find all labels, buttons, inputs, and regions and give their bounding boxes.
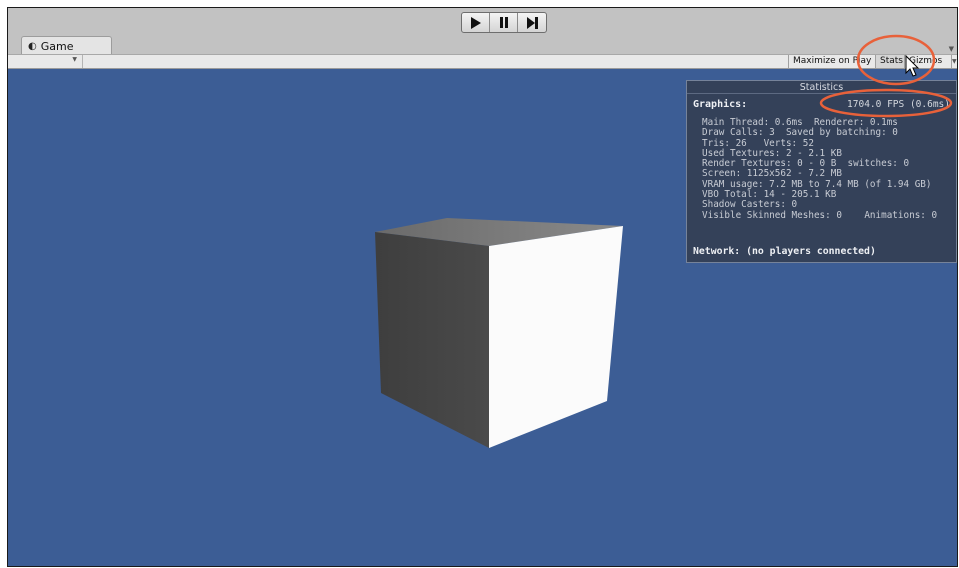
cube-right-face [489,226,623,448]
stats-line: Visible Skinned Meshes: 0 Animations: 0 [702,209,938,221]
gizmos-button[interactable]: Gizmos [904,55,946,68]
step-button[interactable] [518,13,546,32]
tab-menu-arrow-icon[interactable]: ▼ [949,45,954,53]
pause-icon [499,17,508,28]
play-icon [470,16,481,29]
maximize-on-play-toggle[interactable]: Maximize on Play [788,55,875,68]
aspect-dropdown[interactable]: ▼ [8,55,83,68]
stats-title: Statistics [687,81,956,94]
tab-game-label: Game [40,39,74,53]
cube-left-face [375,232,489,448]
pause-button[interactable] [490,13,518,32]
game-toolbar: ▼ Maximize on Play Stats Gizmos ▼ [8,54,957,69]
game-viewport[interactable]: Statistics Graphics: 1704.0 FPS (0.6ms) … [8,69,957,566]
play-controls [461,12,547,33]
chevron-down-icon: ▼ [72,56,77,63]
stats-toggle[interactable]: Stats [875,55,907,68]
gizmos-dropdown-arrow-icon[interactable]: ▼ [951,55,957,68]
stats-graphics-label: Graphics: [693,99,748,110]
stats-lines: Main Thread: 0.6ms Renderer: 0.1ms Draw … [702,117,938,221]
stats-fps: 1704.0 FPS (0.6ms) [847,99,950,110]
tab-game[interactable]: ◐ Game [21,36,112,55]
unity-game-window: ◐ Game ▼ ▼ Maximize on Play Stats Gizmos… [7,7,958,567]
pacman-game-icon: ◐ [28,40,37,52]
play-button[interactable] [462,13,490,32]
step-forward-icon [526,16,538,29]
statistics-panel: Statistics Graphics: 1704.0 FPS (0.6ms) … [686,80,957,263]
stats-network: Network: (no players connected) [693,246,876,257]
